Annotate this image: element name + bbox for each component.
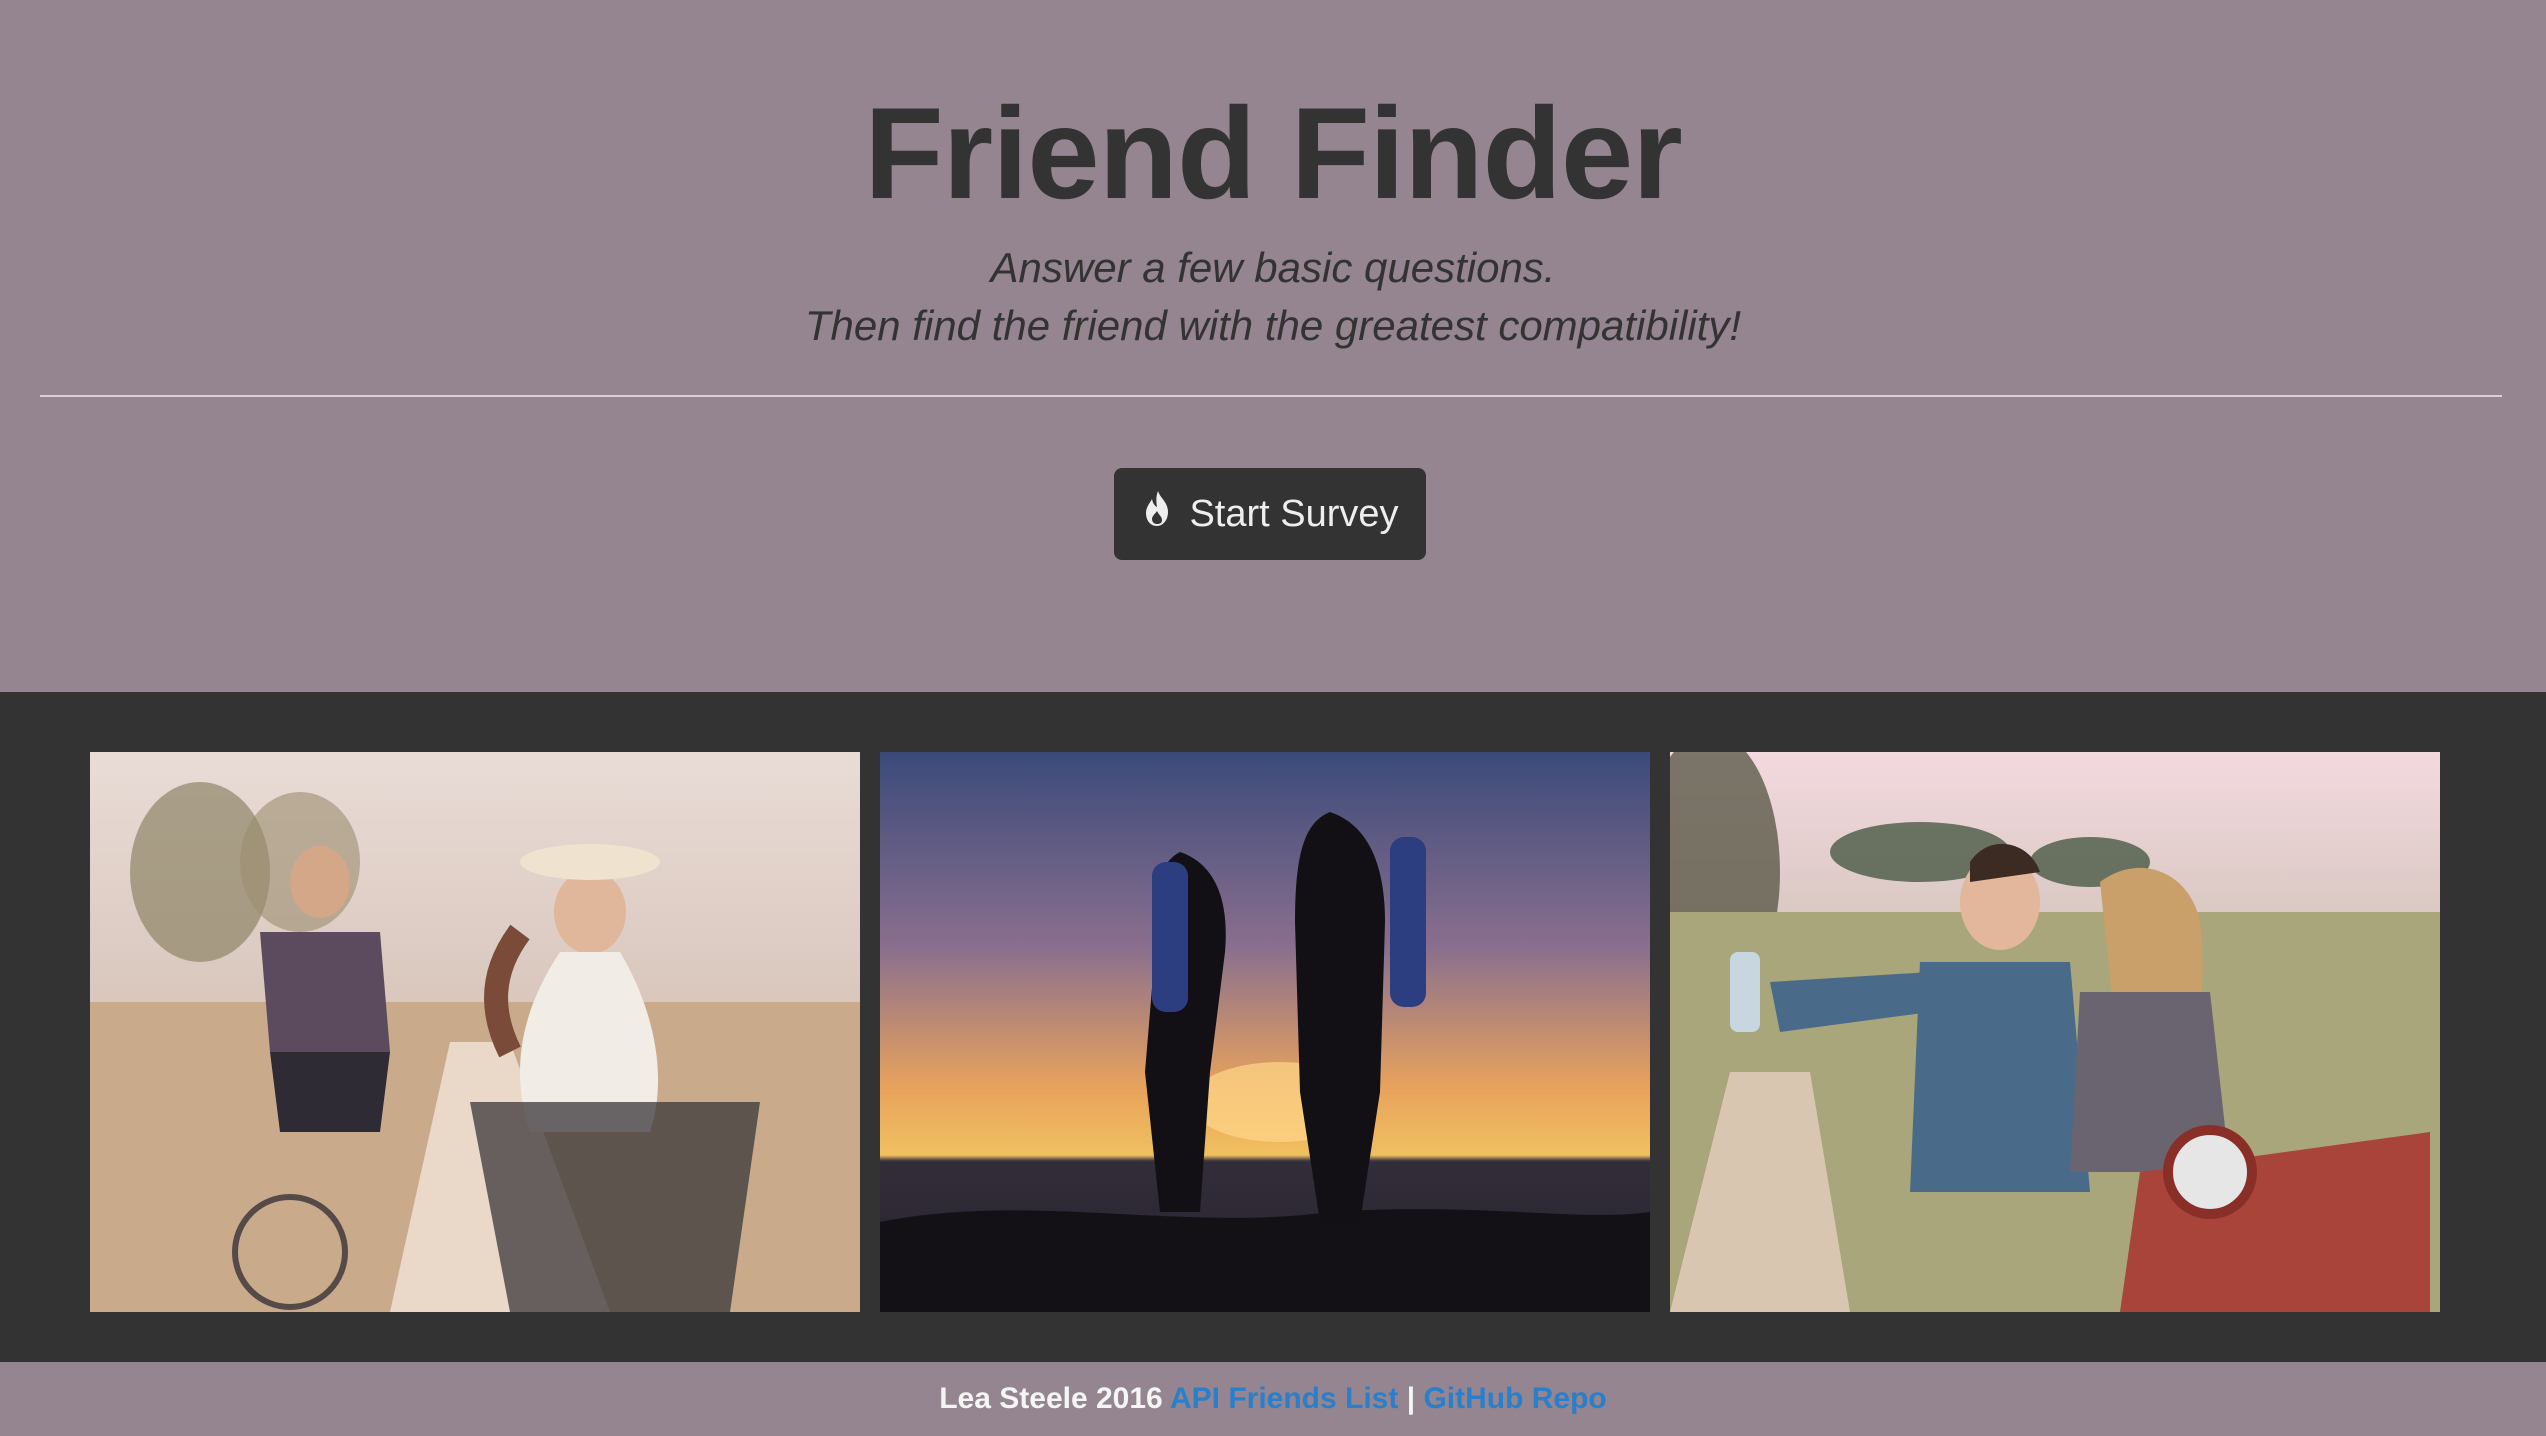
subtitle-line-2: Then find the friend with the greatest c… (804, 302, 1742, 349)
couple-biking-photo (90, 752, 860, 1312)
start-survey-label: Start Survey (1189, 492, 1399, 535)
divider (40, 395, 2502, 397)
couple-scooter-photo (1670, 752, 2440, 1312)
footer-author: Lea Steele 2016 (939, 1382, 1163, 1415)
footer: Lea Steele 2016 API Friends List | GitHu… (0, 1362, 2546, 1436)
page-title: Friend Finder (864, 80, 1683, 226)
photo-gallery (0, 692, 2546, 1362)
subtitle-line-1: Answer a few basic questions. (990, 244, 1556, 291)
start-survey-button[interactable]: Start Survey (1114, 468, 1426, 560)
api-friends-list-link[interactable]: API Friends List (1170, 1382, 1398, 1415)
jumbotron: Friend Finder Answer a few basic questio… (0, 0, 2546, 692)
github-repo-link[interactable]: GitHub Repo (1423, 1382, 1606, 1415)
hikers-sunset-photo (880, 752, 1650, 1312)
fire-icon (1141, 490, 1175, 538)
footer-separator: | (1406, 1382, 1416, 1415)
